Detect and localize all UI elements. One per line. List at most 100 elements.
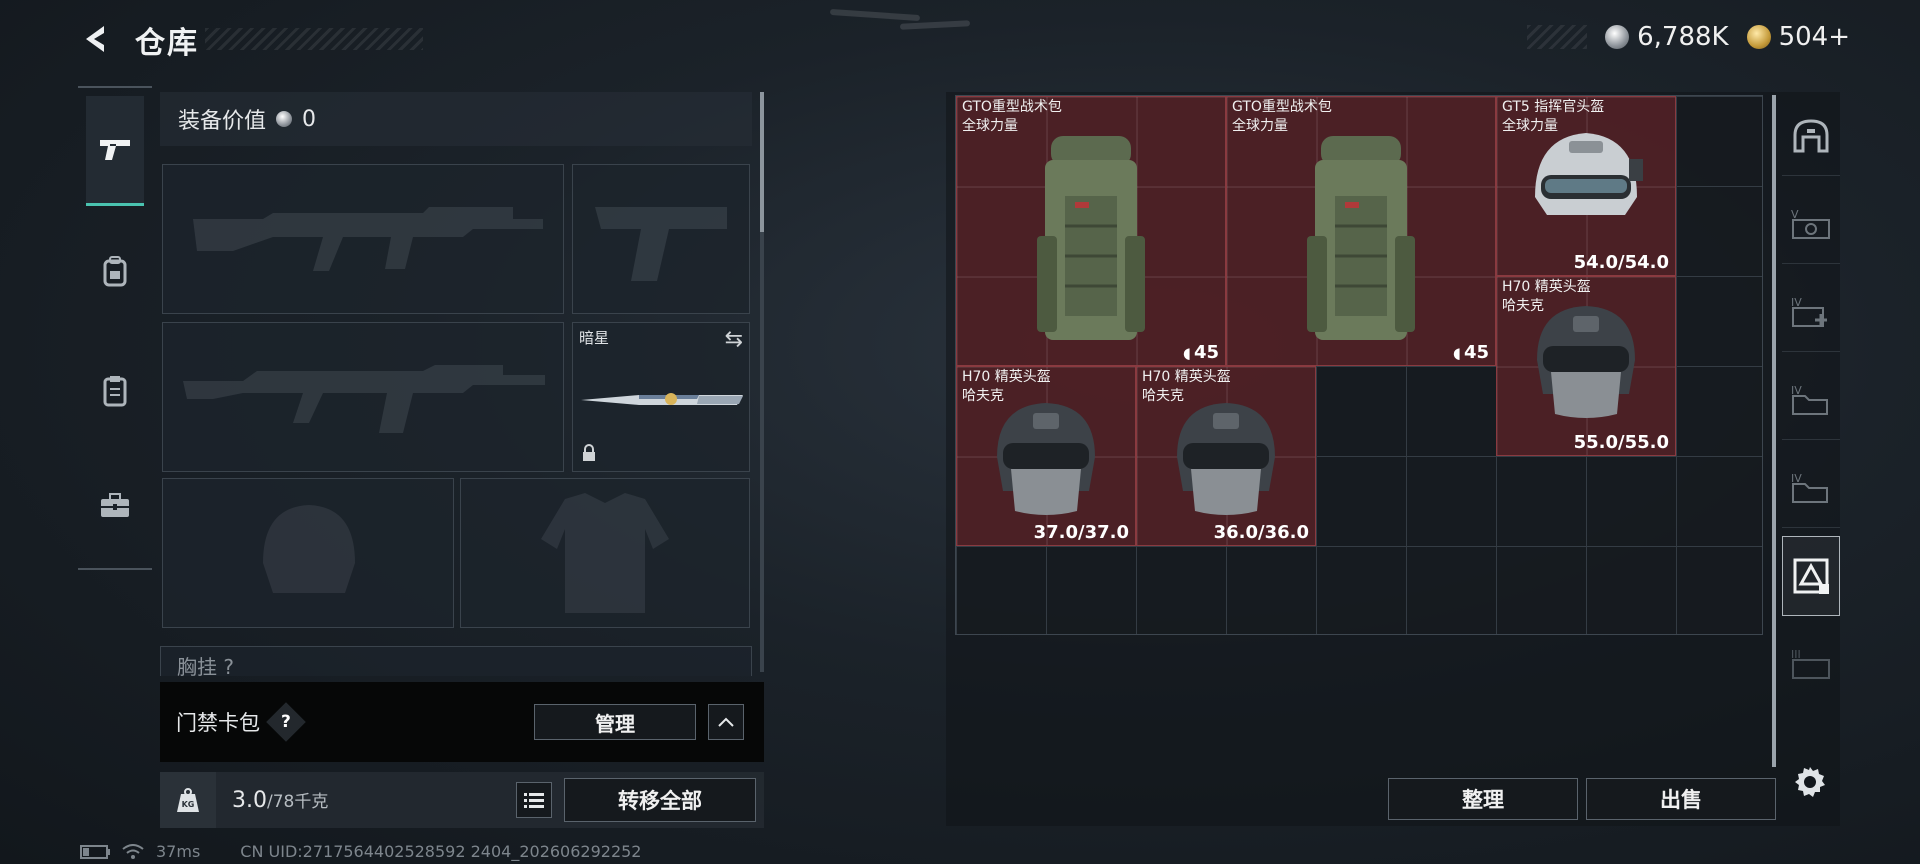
equipment-scrollbar-thumb[interactable] <box>760 92 764 232</box>
silver-currency-value: 6,788K <box>1637 22 1729 52</box>
armor-silhouette-icon <box>541 493 669 613</box>
expand-button[interactable] <box>708 704 744 740</box>
gold-currency[interactable]: 504+ <box>1746 22 1850 52</box>
silver-coin-icon <box>276 111 293 127</box>
user-uid: CN UID:2717564402528592 2404_20260629225… <box>240 842 642 861</box>
tab-storage-v[interactable]: V <box>1782 184 1840 264</box>
storage-iii-icon: III <box>1791 648 1830 679</box>
rifle-silhouette-icon <box>183 365 545 433</box>
gold-coin-icon <box>1746 25 1771 49</box>
helmet-icon <box>1177 403 1275 515</box>
nav-backpack[interactable] <box>86 216 144 326</box>
item-value: ◖ 45 <box>1453 342 1489 363</box>
helmet-icon <box>1537 305 1635 418</box>
weight-icon: KG <box>160 772 216 828</box>
help-icon: ? <box>281 712 291 732</box>
helmet-icon <box>997 403 1095 515</box>
backpack-icon <box>1307 136 1415 341</box>
silver-currency[interactable]: 6,788K <box>1605 22 1729 52</box>
storage-item-h70-helmet-1[interactable]: H70 精英头盔 哈夫克 55.0/55.0 <box>1496 276 1676 456</box>
background-streak <box>829 8 921 22</box>
safe-box-icon <box>1793 118 1829 152</box>
swap-icon[interactable]: ⇆ <box>725 327 743 352</box>
equipment-value: 0 <box>302 106 317 132</box>
item-name: GTO重型战术包 <box>1232 99 1332 115</box>
weight-max: /78千克 <box>267 792 329 812</box>
help-button[interactable]: ? <box>266 702 306 742</box>
currency-bar: 6,788K 504+ <box>1527 20 1850 54</box>
item-name: GT5 指挥官头盔 <box>1502 99 1605 115</box>
storage-folder-icon: IV <box>1791 472 1828 503</box>
sidearm-slot[interactable] <box>572 164 750 314</box>
storage-item-backpack-2[interactable]: GTO重型战术包 全球力量 ◖ 45 <box>1226 96 1496 366</box>
equipment-panel: 装备价值 0 暗星 ⇆ <box>160 92 752 688</box>
helmet-icon <box>1535 132 1643 215</box>
storage-item-backpack-1[interactable]: GTO重型战术包 全球力量 ◖ 45 <box>956 96 1226 366</box>
tab-storage-iv-1[interactable]: IV <box>1782 360 1840 440</box>
gold-currency-value: 504+ <box>1778 22 1850 52</box>
pistol-silhouette-icon <box>595 207 727 281</box>
tab-storage-iv-2[interactable]: IV <box>1782 448 1840 528</box>
toolbox-icon <box>101 493 129 517</box>
nav-weapons[interactable] <box>86 96 144 206</box>
armor-slot[interactable] <box>460 478 750 628</box>
equipment-category-nav <box>78 86 152 570</box>
knife-icon <box>581 393 743 405</box>
weight-bar: KG 3.0/78千克 转移全部 <box>160 772 764 828</box>
tab-storage-active[interactable] <box>1782 536 1840 616</box>
vest-icon <box>103 376 127 407</box>
storage-folder-icon: IV <box>1791 384 1828 415</box>
melee-item-name: 暗星 <box>579 329 610 347</box>
keycard-label: 门禁卡包 <box>176 711 260 735</box>
storage-scrollbar[interactable] <box>1772 95 1776 767</box>
sort-button[interactable]: 整理 <box>1388 778 1578 820</box>
item-durability: 55.0/55.0 <box>1573 432 1669 453</box>
melee-slot[interactable]: 暗星 ⇆ <box>572 322 750 472</box>
page-title: 仓库 <box>135 26 199 61</box>
equipment-scrollbar[interactable] <box>760 92 764 672</box>
item-faction: 全球力量 <box>1232 118 1288 134</box>
back-arrow-icon <box>86 26 104 52</box>
battery-icon <box>80 844 110 859</box>
currency-decoration <box>1527 25 1588 49</box>
chest-rig-slot[interactable]: 胸挂 ? <box>160 646 752 676</box>
storage-scrollbar-thumb[interactable] <box>1772 95 1776 767</box>
status-line: 37ms CN UID:2717564402528592 2404_202606… <box>80 842 641 861</box>
capacity-icon: ◖ <box>1453 344 1461 362</box>
background-streak <box>899 20 971 30</box>
helmet-slot[interactable] <box>162 478 454 628</box>
item-durability: 36.0/36.0 <box>1213 522 1309 543</box>
keycard-bar: 门禁卡包 ? 管理 <box>160 682 764 762</box>
backpack-icon <box>103 256 127 287</box>
storage-grid[interactable]: GTO重型战术包 全球力量 ◖ 45 GTO重型战术包 全球力量 ◖ 45 GT… <box>955 95 1763 635</box>
weight-text: 3.0/78千克 <box>232 787 328 813</box>
tab-storage-iii[interactable]: III <box>1782 624 1840 704</box>
storage-v-icon: V <box>1791 208 1830 239</box>
tab-storage-iv-add[interactable]: IV <box>1782 272 1840 352</box>
gear-icon <box>1795 767 1825 797</box>
latency: 37ms <box>156 842 201 861</box>
primary-weapon-slot-1[interactable] <box>162 164 564 314</box>
chevron-up-icon <box>718 717 734 727</box>
tab-safe-box[interactable] <box>1782 96 1840 176</box>
manage-button[interactable]: 管理 <box>534 704 696 740</box>
pistol-icon <box>100 139 130 160</box>
back-button[interactable] <box>80 22 114 56</box>
primary-weapon-slot-2[interactable] <box>162 322 564 472</box>
warehouse-grid-icon <box>1793 558 1829 594</box>
settings-button[interactable] <box>1790 762 1830 802</box>
nav-toolbox[interactable] <box>86 450 144 560</box>
svg-text:KG: KG <box>182 800 195 809</box>
sell-button[interactable]: 出售 <box>1586 778 1776 820</box>
storage-item-h70-helmet-3[interactable]: H70 精英头盔 哈夫克 36.0/36.0 <box>1136 366 1316 546</box>
nav-vest[interactable] <box>86 336 144 446</box>
storage-item-gt5-helmet[interactable]: GT5 指挥官头盔 全球力量 54.0/54.0 <box>1496 96 1676 276</box>
list-icon <box>524 793 544 808</box>
list-view-button[interactable] <box>516 782 552 818</box>
equipment-value-label: 装备价值 <box>178 109 267 134</box>
transfer-all-button[interactable]: 转移全部 <box>564 778 756 822</box>
silver-coin-icon <box>1605 25 1630 49</box>
storage-item-h70-helmet-2[interactable]: H70 精英头盔 哈夫克 37.0/37.0 <box>956 366 1136 546</box>
storage-tabs: V IV IV IV III <box>1782 96 1840 736</box>
storage-add-icon: IV <box>1791 296 1827 327</box>
